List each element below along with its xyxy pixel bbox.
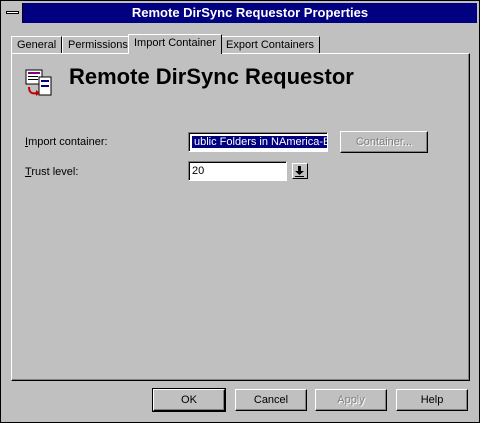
system-menu-icon xyxy=(6,11,19,14)
tab-export-containers[interactable]: Export Containers xyxy=(220,36,321,53)
spin-down-icon xyxy=(295,166,304,177)
trust-level-field[interactable]: 20 xyxy=(188,161,287,181)
ok-button[interactable]: OK xyxy=(152,388,226,412)
trust-level-spin-button[interactable] xyxy=(292,163,308,179)
trust-level-label: Trust level: xyxy=(25,166,79,178)
help-button[interactable]: Help xyxy=(396,389,468,411)
import-container-label: Import container: xyxy=(25,136,108,148)
cancel-button[interactable]: Cancel xyxy=(235,389,307,411)
page-title: Remote DirSync Requestor xyxy=(69,64,354,89)
system-menu-button[interactable] xyxy=(3,3,23,23)
properties-window: Remote DirSync Requestor Properties Gene… xyxy=(0,0,480,423)
container-button[interactable]: Container... xyxy=(340,131,428,153)
import-container-field[interactable]: ublic Folders in NAmerica-E xyxy=(188,132,328,152)
apply-button[interactable]: Apply xyxy=(315,389,387,411)
window-title: Remote DirSync Requestor Properties xyxy=(131,5,369,20)
tab-permissions[interactable]: Permissions xyxy=(62,36,134,53)
tab-panel xyxy=(11,53,470,381)
dirsync-requestor-icon xyxy=(25,69,52,96)
title-bar[interactable]: Remote DirSync Requestor Properties xyxy=(3,3,477,23)
tab-import-container[interactable]: Import Container xyxy=(128,34,222,54)
tab-general[interactable]: General xyxy=(11,36,63,53)
